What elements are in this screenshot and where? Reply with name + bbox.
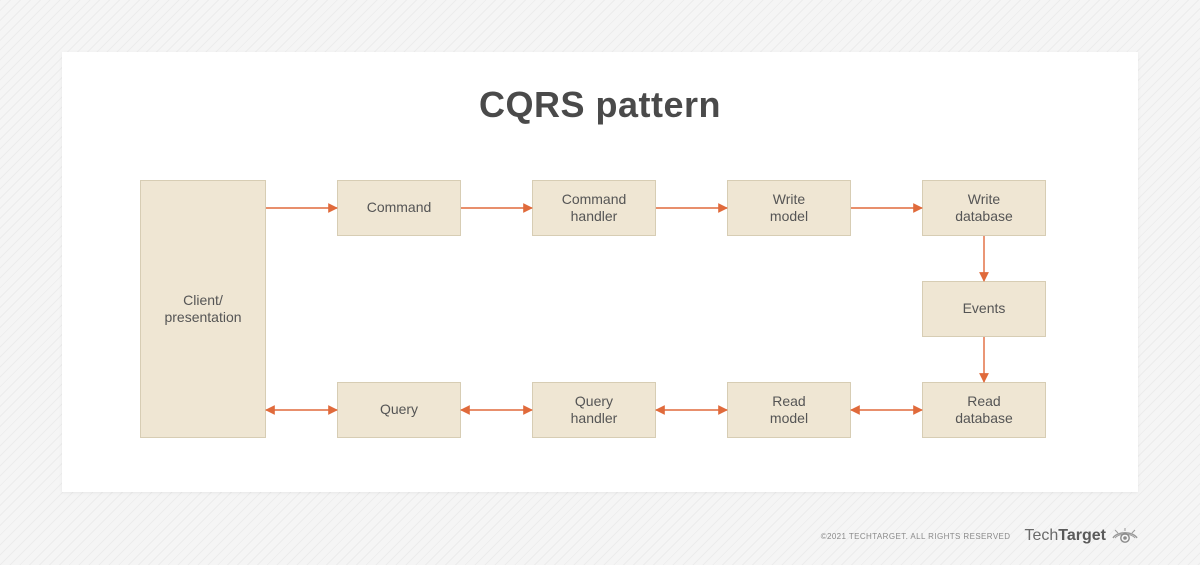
- brand-logo: TechTarget: [1024, 527, 1138, 545]
- footer: ©2021 TECHTARGET. ALL RIGHTS RESERVED Te…: [821, 527, 1138, 545]
- copyright-text: ©2021 TECHTARGET. ALL RIGHTS RESERVED: [821, 532, 1011, 541]
- node-cmd-handler: Commandhandler: [532, 180, 656, 236]
- node-label: Command: [367, 199, 432, 217]
- brand-light: Tech: [1024, 527, 1058, 544]
- node-write-model: Writemodel: [727, 180, 851, 236]
- node-label: Events: [963, 300, 1006, 318]
- node-command: Command: [337, 180, 461, 236]
- node-client: Client/presentation: [140, 180, 266, 438]
- node-label: Readmodel: [770, 393, 808, 428]
- node-read-db: Readdatabase: [922, 382, 1046, 438]
- brand-text: TechTarget: [1024, 527, 1106, 545]
- node-qry-handler: Queryhandler: [532, 382, 656, 438]
- node-label: Queryhandler: [571, 393, 618, 428]
- node-label: Writedatabase: [955, 191, 1013, 226]
- node-read-model: Readmodel: [727, 382, 851, 438]
- node-label: Writemodel: [770, 191, 808, 226]
- node-label: Client/presentation: [164, 292, 241, 327]
- node-query: Query: [337, 382, 461, 438]
- node-label: Commandhandler: [562, 191, 627, 226]
- brand-bold: Target: [1058, 527, 1106, 544]
- node-write-db: Writedatabase: [922, 180, 1046, 236]
- diagram-title: CQRS pattern: [62, 84, 1138, 126]
- target-eye-icon: [1112, 527, 1138, 545]
- node-events: Events: [922, 281, 1046, 337]
- node-label: Query: [380, 401, 418, 419]
- diagram-card: CQRS pattern Client/presentation Command…: [62, 52, 1138, 492]
- node-label: Readdatabase: [955, 393, 1013, 428]
